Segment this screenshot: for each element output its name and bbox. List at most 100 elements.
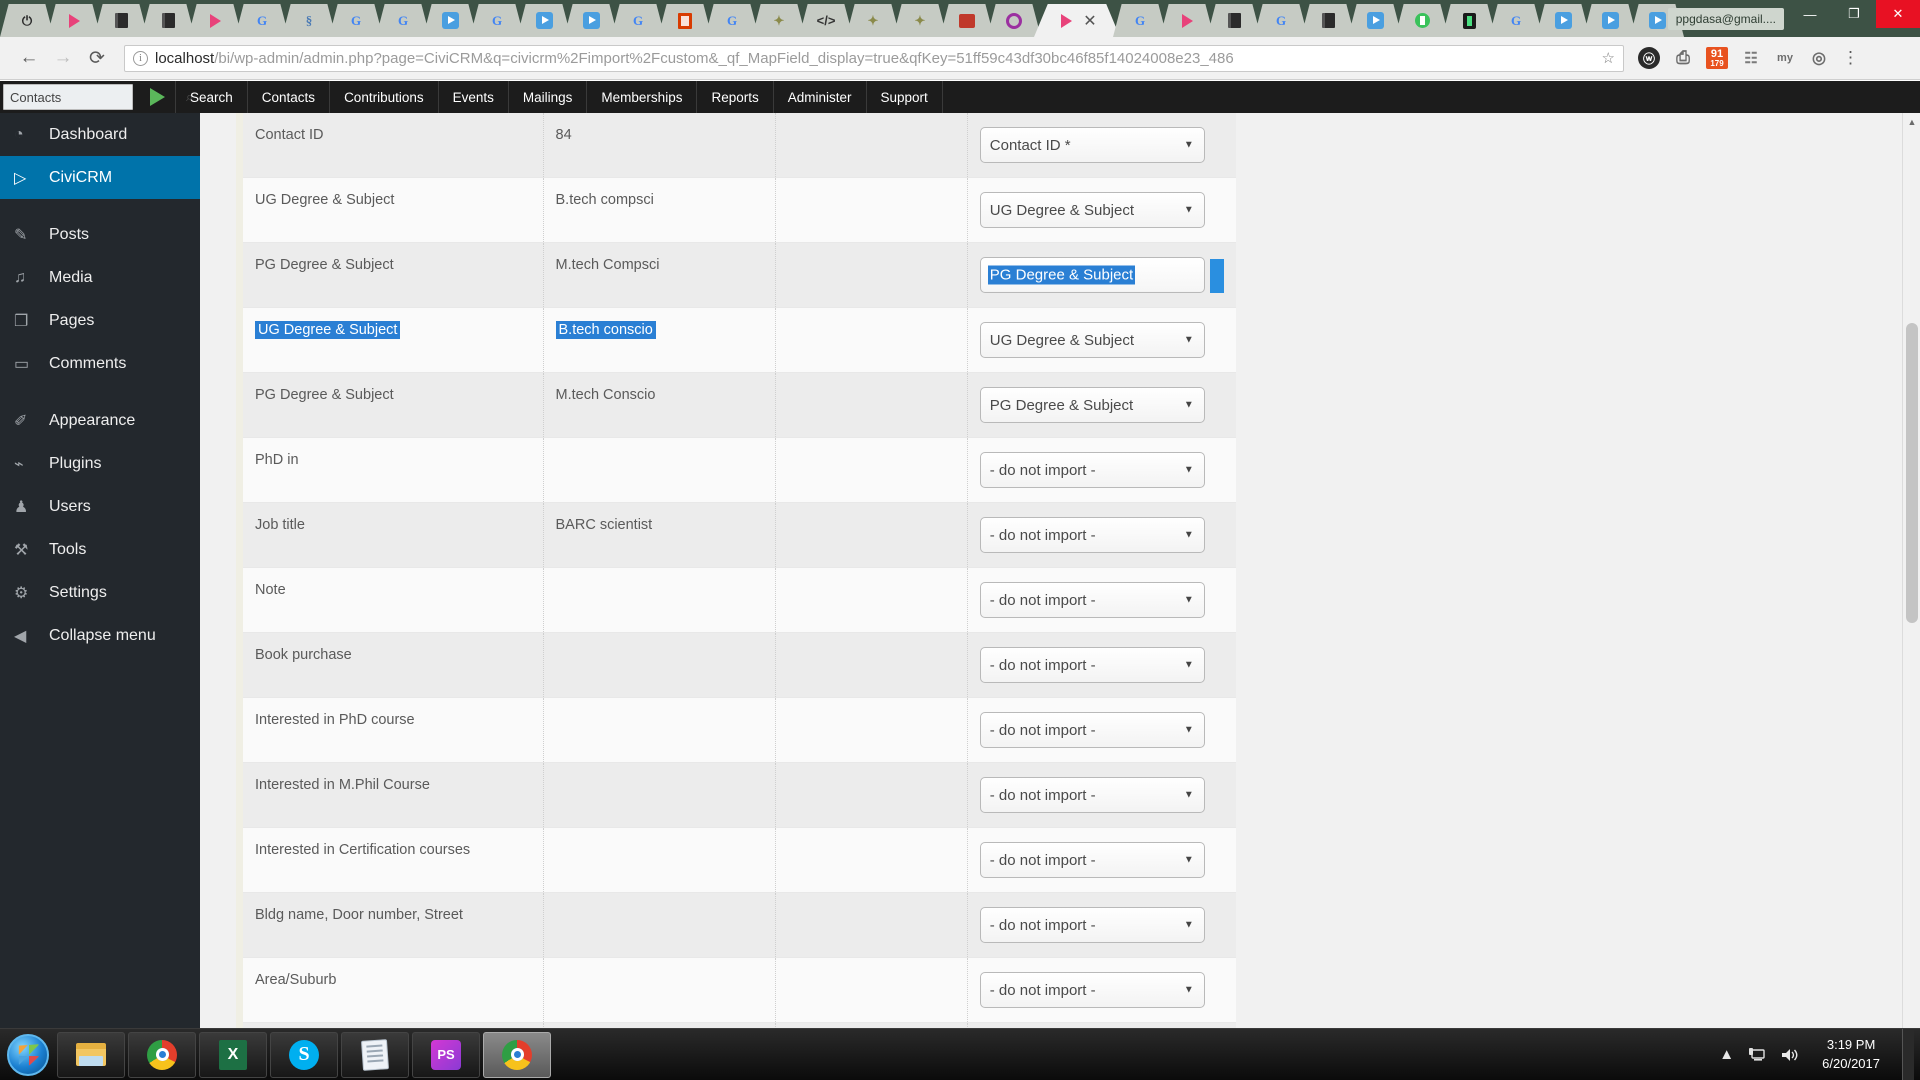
browser-tab[interactable]: G	[1113, 4, 1167, 37]
browser-tab[interactable]	[1207, 4, 1261, 37]
browser-tab[interactable]	[1583, 4, 1637, 37]
show-desktop-button[interactable]	[1902, 1028, 1914, 1080]
network-icon[interactable]	[1748, 1047, 1766, 1063]
civicrm-nav-mailings[interactable]: Mailings	[507, 81, 587, 113]
reload-button[interactable]: ⟳	[80, 41, 114, 75]
chrome-menu-button[interactable]: ⋮	[1842, 48, 1859, 68]
browser-tab[interactable]	[94, 4, 148, 37]
civicrm-nav-reports[interactable]: Reports	[696, 81, 772, 113]
address-bar[interactable]: i localhost/bi/wp-admin/admin.php?page=C…	[124, 44, 1624, 72]
mapping-field-select[interactable]: - do not import -Contact ID *UG Degree &…	[979, 257, 1205, 293]
civicrm-quick-search[interactable]: ⌕	[3, 84, 193, 110]
sidebar-item-comments[interactable]: ▭ Comments	[0, 342, 200, 385]
notepad-button[interactable]	[341, 1031, 409, 1078]
browser-tab[interactable]	[1536, 4, 1590, 37]
sidebar-item-collapse-menu[interactable]: ◀ Collapse menu	[0, 614, 200, 657]
browser-tab[interactable]: ✦	[846, 4, 900, 37]
sidebar-item-plugins[interactable]: ⌁ Plugins	[0, 442, 200, 485]
phpstorm-button[interactable]: PS	[412, 1031, 480, 1078]
back-button[interactable]: ←	[12, 41, 46, 75]
browser-tab[interactable]	[188, 4, 242, 37]
mapping-field-select[interactable]: - do not import -Contact ID *UG Degree &…	[979, 777, 1205, 813]
page-info-icon[interactable]: i	[133, 50, 148, 66]
sidebar-item-civicrm[interactable]: ▷ CiviCRM	[0, 156, 200, 199]
browser-tab[interactable]	[940, 4, 994, 37]
browser-tab[interactable]	[1160, 4, 1214, 37]
sidebar-item-settings[interactable]: ⚙ Settings	[0, 571, 200, 614]
browser-tab[interactable]	[1395, 4, 1449, 37]
browser-tab[interactable]	[987, 4, 1041, 37]
taskbar-clock[interactable]: 3:19 PM 6/20/2017	[1814, 1036, 1888, 1074]
volume-icon[interactable]	[1780, 1047, 1800, 1063]
page-vertical-scrollbar[interactable]: ▲ ▼	[1902, 113, 1920, 1048]
browser-tab[interactable]	[1301, 4, 1355, 37]
browser-tab[interactable]: ✕	[1034, 4, 1120, 37]
browser-tab[interactable]: G	[376, 4, 430, 37]
browser-tab[interactable]: G	[329, 4, 383, 37]
browser-tab[interactable]	[1442, 4, 1496, 37]
browser-tab[interactable]: G	[705, 4, 759, 37]
browser-tab[interactable]: G	[1254, 4, 1308, 37]
close-icon[interactable]: ✕	[1083, 11, 1096, 31]
mapping-field-select[interactable]: - do not import -Contact ID *UG Degree &…	[979, 712, 1205, 748]
chrome-window-button[interactable]	[483, 1031, 551, 1078]
start-orb-button[interactable]	[2, 1031, 54, 1079]
chrome-account-chip[interactable]: ppgdasa@gmail....	[1667, 8, 1784, 30]
sidebar-item-appearance[interactable]: ✐ Appearance	[0, 399, 200, 442]
browser-tab[interactable]	[141, 4, 195, 37]
mapping-field-select[interactable]: - do not import -Contact ID *UG Degree &…	[979, 387, 1205, 423]
browser-tab[interactable]: G	[1489, 4, 1543, 37]
skype-button[interactable]: S	[270, 1031, 338, 1078]
window-close-button[interactable]: ✕	[1876, 0, 1920, 28]
wallet-extension-icon[interactable]: ⓦ	[1638, 47, 1660, 69]
mapping-field-select[interactable]: - do not import -Contact ID *UG Degree &…	[979, 842, 1205, 878]
window-maximize-button[interactable]: ❐	[1832, 0, 1876, 28]
civicrm-nav-search[interactable]: Search	[175, 81, 247, 113]
browser-tab[interactable]	[423, 4, 477, 37]
browser-tab[interactable]	[564, 4, 618, 37]
excel-button[interactable]: X	[199, 1031, 267, 1078]
civicrm-nav-administer[interactable]: Administer	[772, 81, 866, 113]
print-extension-icon[interactable]: ⎙	[1672, 47, 1694, 69]
browser-tab[interactable]: G	[611, 4, 665, 37]
mapping-field-select[interactable]: - do not import -Contact ID *UG Degree &…	[979, 517, 1205, 553]
mapping-field-select[interactable]: - do not import -Contact ID *UG Degree &…	[979, 907, 1205, 943]
civicrm-nav-contributions[interactable]: Contributions	[329, 81, 438, 113]
browser-tab[interactable]: G	[470, 4, 524, 37]
mapping-field-select[interactable]: - do not import -Contact ID *UG Degree &…	[979, 452, 1205, 488]
mapping-field-select[interactable]: - do not import -Contact ID *UG Degree &…	[979, 972, 1205, 1008]
civicrm-nav-support[interactable]: Support	[865, 81, 943, 113]
show-hidden-icons-button[interactable]: ▲	[1719, 1046, 1734, 1063]
grid-extension-icon[interactable]: ☷	[1740, 47, 1762, 69]
mapping-field-select[interactable]: - do not import -Contact ID *UG Degree &…	[979, 582, 1205, 618]
sidebar-item-dashboard[interactable]: ◔ Dashboard	[0, 113, 200, 156]
browser-tab[interactable]	[47, 4, 101, 37]
chrome-button[interactable]	[128, 1031, 196, 1078]
browser-tab[interactable]: ✦	[893, 4, 947, 37]
sidebar-item-posts[interactable]: ✎ Posts	[0, 213, 200, 256]
mapping-field-select[interactable]: - do not import -Contact ID *UG Degree &…	[979, 192, 1205, 228]
browser-tab[interactable]: ⏻	[0, 4, 54, 37]
browser-tab[interactable]	[517, 4, 571, 37]
sidebar-item-pages[interactable]: ❐ Pages	[0, 299, 200, 342]
civicrm-nav-events[interactable]: Events	[437, 81, 508, 113]
civicrm-logo-icon[interactable]	[139, 81, 175, 113]
civicrm-nav-memberships[interactable]: Memberships	[586, 81, 696, 113]
browser-tab[interactable]	[1348, 4, 1402, 37]
scrollbar-thumb[interactable]	[1906, 323, 1918, 623]
browser-tab[interactable]: G	[235, 4, 289, 37]
circle-extension-icon[interactable]: ◎	[1808, 47, 1830, 69]
civicrm-nav-contacts[interactable]: Contacts	[246, 81, 329, 113]
mapping-field-select[interactable]: - do not import -Contact ID *UG Degree &…	[979, 647, 1205, 683]
sidebar-item-users[interactable]: ♟ Users	[0, 485, 200, 528]
browser-tab[interactable]	[658, 4, 712, 37]
file-explorer-button[interactable]	[57, 1031, 125, 1078]
bookmark-star-icon[interactable]: ☆	[1594, 49, 1615, 67]
sidebar-item-media[interactable]: ♫ Media	[0, 256, 200, 299]
scroll-up-arrow[interactable]: ▲	[1903, 113, 1920, 131]
my-extension-icon[interactable]: my	[1774, 47, 1796, 69]
mapping-field-select[interactable]: - do not import -Contact ID *UG Degree &…	[979, 322, 1205, 358]
notification-badge-icon[interactable]: 91 179	[1706, 47, 1728, 69]
sidebar-item-tools[interactable]: ⚒ Tools	[0, 528, 200, 571]
browser-tab[interactable]: §	[282, 4, 336, 37]
